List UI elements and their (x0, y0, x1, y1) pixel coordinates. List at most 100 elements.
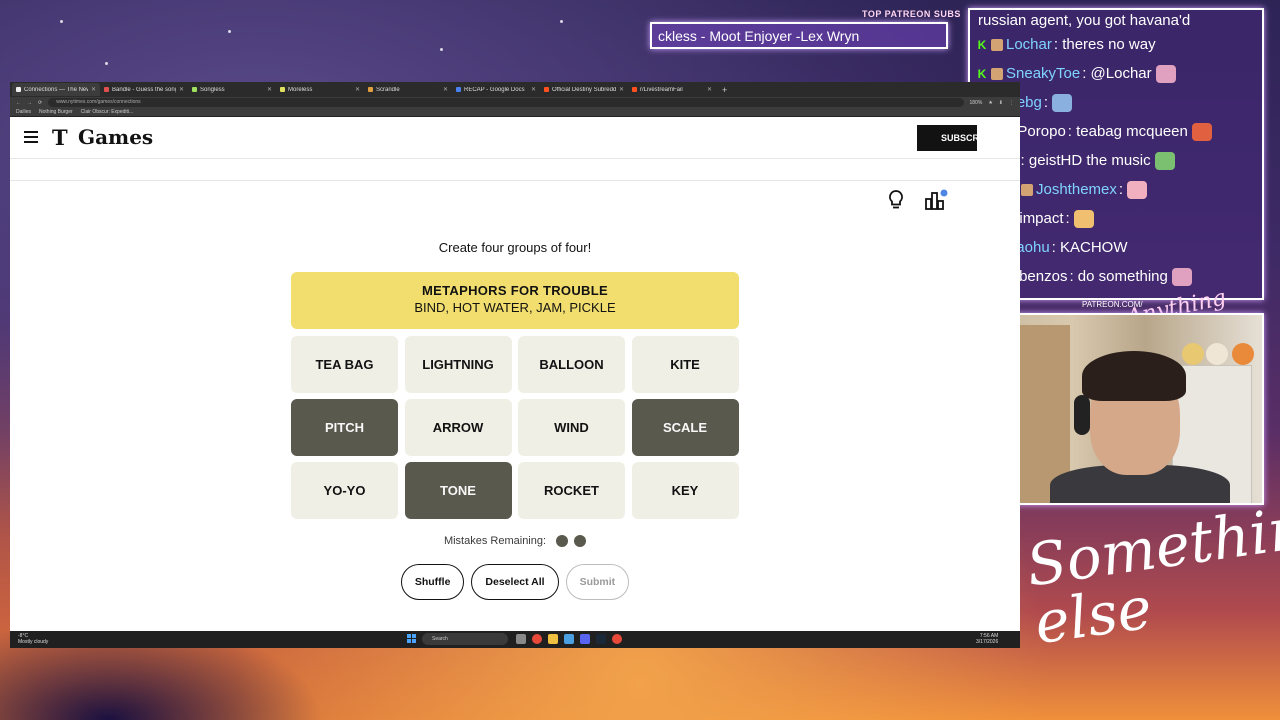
bookmarks-bar: Dailies Nothing Burger Clair Obscur: Exped… (10, 108, 1020, 117)
sub-badge-icon (991, 38, 1003, 51)
tab-label: Connections — The New York (24, 86, 88, 93)
deselect-all-button[interactable]: Deselect All (471, 564, 559, 600)
weather-widget[interactable]: -8°C Mostly cloudy (18, 633, 48, 645)
bookmark-item[interactable]: Clair Obscur: Expediti... (81, 109, 134, 115)
star (60, 20, 63, 23)
windows-start-icon[interactable] (407, 634, 417, 644)
windows-taskbar: -8°C Mostly cloudy Search 7:56 AM 3/17/2… (10, 631, 1020, 648)
tab-label: Bandle - Guess the song, one instrument (112, 86, 176, 93)
discord-icon[interactable] (580, 634, 590, 644)
weather-desc: Mostly cloudy (18, 639, 49, 645)
tab-close-icon[interactable]: ✕ (619, 86, 624, 93)
word-tile[interactable]: TEA BAG (291, 336, 398, 393)
game-toolbar (10, 181, 1020, 221)
steam-icon[interactable] (596, 634, 606, 644)
taskbar-search[interactable]: Search (422, 633, 508, 645)
url-input[interactable]: www.nytimes.com/games/connections (48, 98, 964, 107)
tab-close-icon[interactable]: ✕ (531, 86, 536, 93)
word-tile[interactable]: YO-YO (291, 462, 398, 519)
subscribe-button[interactable]: SUBSCRIBE (917, 125, 977, 151)
stats-icon[interactable] (924, 189, 948, 211)
hamburger-menu-icon[interactable] (24, 131, 38, 143)
word-tile[interactable]: KEY (631, 462, 739, 519)
file-explorer-icon[interactable] (548, 634, 558, 644)
new-tab-button[interactable]: + (722, 85, 727, 95)
browser-tab[interactable]: r/LivestreamFail ✕ (628, 83, 716, 96)
tab-label: r/LivestreamFail (640, 86, 683, 93)
games-wordmark[interactable]: Games (78, 125, 153, 149)
reload-icon[interactable]: ⟳ (38, 100, 42, 106)
word-tile[interactable]: LIGHTNING (404, 336, 512, 393)
tab-label: Official Destiny Subreddit (552, 86, 616, 93)
tab-close-icon[interactable]: ✕ (267, 86, 272, 93)
browser-tab[interactable]: Connections — The New York✕ (12, 83, 100, 96)
chat-username[interactable]: Joshthemex (1036, 181, 1117, 198)
browser-tab[interactable]: Songless ✕ (188, 83, 276, 96)
clock-date: 3/17/2026 (976, 639, 999, 645)
word-tile[interactable]: SCALE (631, 399, 739, 456)
tab-favicon-icon (632, 87, 637, 92)
browser-tab[interactable]: RECAP - Google Docs ✕ (452, 83, 540, 96)
emote-icon (1127, 180, 1148, 199)
star (440, 48, 443, 51)
word-tile[interactable]: BALLOON (518, 336, 625, 393)
emote-icon (1155, 64, 1176, 83)
chat-message: K Lochar: theres no way (970, 30, 1262, 59)
chat-username[interactable]: SneakyToe (1006, 65, 1080, 82)
emote-icon (1154, 151, 1175, 170)
patreon-ticker: ckless - Moot Enjoyer -Lex Wryn (650, 22, 948, 49)
taskbar-clock[interactable]: 7:56 AM 3/17/2026 (976, 633, 998, 645)
browser-tab[interactable]: Scrandle ✕ (364, 83, 452, 96)
nyt-logo[interactable]: T (52, 125, 68, 150)
star (560, 20, 563, 23)
bookmark-item[interactable]: Dailies (16, 109, 31, 115)
word-tile[interactable]: ARROW (404, 399, 512, 456)
tab-label: Scrandle (376, 86, 400, 93)
sub-header (10, 159, 1020, 181)
task-view-icon[interactable] (516, 634, 526, 644)
browser-address-bar: ← → ⟳ www.nytimes.com/games/connections … (10, 97, 1020, 108)
word-tile[interactable]: KITE (631, 336, 739, 393)
tab-label: Songless (200, 86, 225, 93)
word-tile[interactable]: TONE (404, 462, 512, 519)
emote-icon (1073, 209, 1094, 228)
tab-label: RECAP - Google Docs (464, 86, 525, 93)
word-tile[interactable]: PITCH (291, 399, 398, 456)
mistake-dots (556, 535, 587, 547)
browser-tab[interactable]: Moreless ✕ (276, 83, 364, 96)
star (228, 30, 231, 33)
download-icon[interactable]: ⬇ (999, 100, 1003, 106)
bookmark-item[interactable]: Nothing Burger (39, 109, 73, 115)
star-icon[interactable]: ★ (988, 100, 992, 106)
word-tile[interactable]: WIND (518, 399, 625, 456)
submit-button[interactable]: Submit (565, 564, 630, 600)
app-icon[interactable] (564, 634, 574, 644)
tab-close-icon[interactable]: ✕ (443, 86, 448, 93)
chat-username[interactable]: Lochar (1006, 36, 1052, 53)
tab-close-icon[interactable]: ✕ (91, 86, 96, 93)
back-icon[interactable]: ← (16, 100, 21, 106)
lightbulb-icon[interactable] (886, 189, 906, 211)
chrome-icon[interactable] (532, 634, 542, 644)
tab-close-icon[interactable]: ✕ (707, 86, 712, 93)
browser-tab[interactable]: Bandle - Guess the song, one instrument✕ (100, 83, 188, 96)
forward-icon[interactable]: → (27, 100, 32, 106)
tab-close-icon[interactable]: ✕ (355, 86, 360, 93)
chat-text: : @Lochar (1082, 65, 1152, 82)
tab-favicon-icon (456, 87, 461, 92)
obs-icon[interactable] (612, 634, 622, 644)
menu-dots-icon[interactable]: ⋮ (1009, 100, 1014, 106)
chat-text: : KACHOW (1051, 239, 1128, 256)
cam-plush (1232, 343, 1254, 365)
browser-tab[interactable]: Official Destiny Subreddit ✕ (540, 83, 628, 96)
tab-close-icon[interactable]: ✕ (179, 86, 184, 93)
word-tile[interactable]: ROCKET (518, 462, 625, 519)
cam-plush (1182, 343, 1204, 365)
chat-message: russian agent, you got havana'd (970, 10, 1262, 30)
shuffle-button[interactable]: Shuffle (400, 564, 465, 600)
mistake-dot (556, 535, 569, 547)
chat-text: : theres no way (1053, 36, 1156, 53)
zoom-level[interactable]: 180% (970, 100, 983, 106)
chat-text: : geistHD the music (1020, 152, 1151, 169)
tab-favicon-icon (192, 87, 197, 92)
